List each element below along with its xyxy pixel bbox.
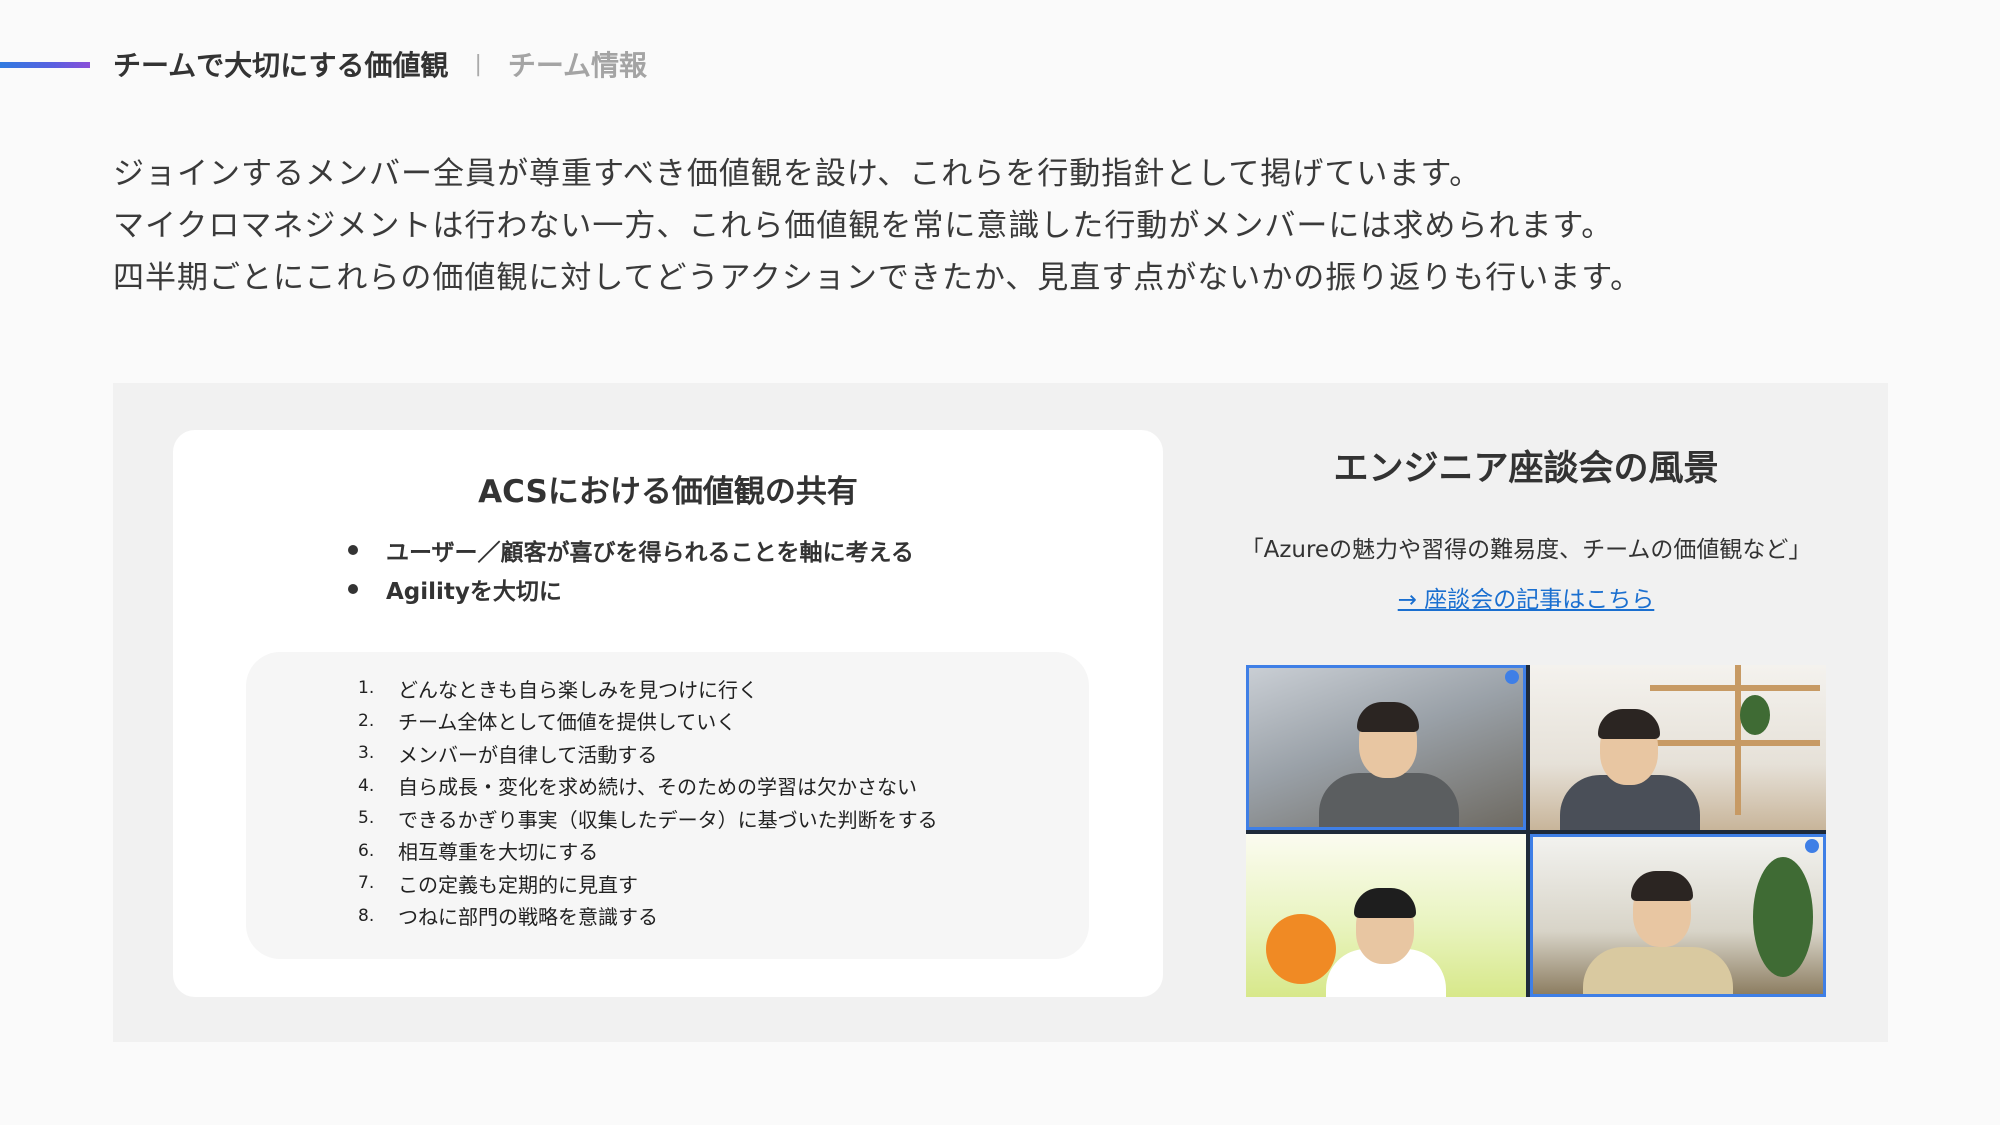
value-number: 7.: [358, 873, 375, 894]
value-number: 3.: [358, 743, 375, 764]
values-card-title: ACSにおける価値観の共有: [478, 474, 858, 510]
principle-item: ユーザー／顧客が喜びを得られることを軸に考える: [348, 530, 914, 569]
header-accent-bar: [0, 62, 90, 68]
value-item: 1. どんなときも自ら楽しみを見つけに行く: [356, 672, 938, 705]
more-options-icon: [1505, 670, 1519, 684]
header-separator: |: [474, 51, 482, 77]
value-number: 8.: [358, 905, 375, 926]
participant-hair: [1631, 871, 1693, 901]
value-item: 2. チーム全体として価値を提供していく: [356, 705, 938, 738]
participant-tile: [1530, 665, 1826, 830]
value-number: 2.: [358, 710, 375, 731]
principle-text: ユーザー／顧客が喜びを得られることを軸に考える: [386, 539, 914, 566]
values-card: ACSにおける価値観の共有 ユーザー／顧客が喜びを得られることを軸に考える Ag…: [173, 430, 1163, 997]
participant-body: [1583, 947, 1733, 994]
value-text: できるかぎり事実（収集したデータ）に基づいた判断をする: [398, 807, 938, 832]
value-number: 6.: [358, 840, 375, 861]
video-call-photo: [1246, 665, 1826, 997]
page-title: チームで大切にする価値観: [113, 49, 449, 82]
roundtable-quote: 「Azureの魅力や習得の難易度、チームの価値観など」: [1240, 537, 1812, 563]
value-text: 相互尊重を大切にする: [398, 840, 599, 865]
value-text: チーム全体として価値を提供していく: [398, 710, 737, 735]
value-text: つねに部門の戦略を意識する: [398, 905, 658, 930]
value-number: 4.: [358, 775, 375, 796]
principle-item: Agilityを大切に: [348, 569, 914, 608]
bullet-icon: [348, 544, 358, 555]
participant-tile: [1246, 834, 1526, 997]
value-text: どんなときも自ら楽しみを見つけに行く: [398, 677, 758, 702]
value-item: 7. この定義も定期的に見直す: [356, 867, 938, 900]
intro-line: ジョインするメンバー全員が尊重すべき価値観を設け、これらを行動指針として掲げてい…: [113, 156, 1482, 192]
shelf-decor: [1735, 665, 1741, 815]
bullet-icon: [348, 583, 358, 594]
value-text: この定義も定期的に見直す: [398, 872, 638, 897]
value-text: 自ら成長・変化を求め続け、そのための学習は欠かさない: [398, 775, 917, 800]
principle-list: ユーザー／顧客が喜びを得られることを軸に考える Agilityを大切に: [348, 530, 914, 608]
values-list-box: 1. どんなときも自ら楽しみを見つけに行く 2. チーム全体として価値を提供していく…: [246, 652, 1089, 959]
roundtable-title: エンジニア座談会の風景: [1333, 449, 1719, 489]
value-item: 4. 自ら成長・変化を求め続け、そのための学習は欠かさない: [356, 770, 938, 803]
roundtable-article-link[interactable]: → 座談会の記事はこちら: [1196, 580, 1856, 614]
intro-line: 四半期ごとにこれらの価値観に対してどうアクションできたか、見直す点がないかの振り…: [113, 260, 1643, 296]
value-number: 5.: [358, 808, 375, 829]
value-item: 6. 相互尊重を大切にする: [356, 835, 938, 868]
page-header: チームで大切にする価値観 | チーム情報: [113, 44, 647, 84]
participant-body: [1319, 773, 1459, 827]
participant-tile: [1530, 834, 1826, 997]
participant-hair: [1357, 702, 1419, 732]
value-item: 5. できるかぎり事実（収集したデータ）に基づいた判断をする: [356, 802, 938, 835]
principle-text: Agilityを大切に: [386, 578, 562, 605]
value-item: 3. メンバーが自律して活動する: [356, 737, 938, 770]
mascot-decor: [1266, 914, 1336, 984]
value-number: 1.: [358, 678, 375, 699]
more-options-icon: [1805, 839, 1819, 853]
participant-hair: [1598, 709, 1660, 739]
participant-hair: [1354, 888, 1416, 918]
intro-line: マイクロマネジメントは行わない一方、これら価値観を常に意識した行動がメンバーには…: [113, 208, 1614, 244]
intro-text: ジョインするメンバー全員が尊重すべき価値観を設け、これらを行動指針として掲げてい…: [113, 148, 1642, 304]
participant-tile: [1246, 665, 1526, 830]
plant-decor: [1753, 857, 1813, 977]
value-item: 8. つねに部門の戦略を意識する: [356, 900, 938, 933]
page-category: チーム情報: [507, 49, 648, 82]
values-list: 1. どんなときも自ら楽しみを見つけに行く 2. チーム全体として価値を提供していく…: [356, 672, 938, 932]
value-text: メンバーが自律して活動する: [398, 742, 658, 767]
plant-decor: [1740, 695, 1770, 735]
